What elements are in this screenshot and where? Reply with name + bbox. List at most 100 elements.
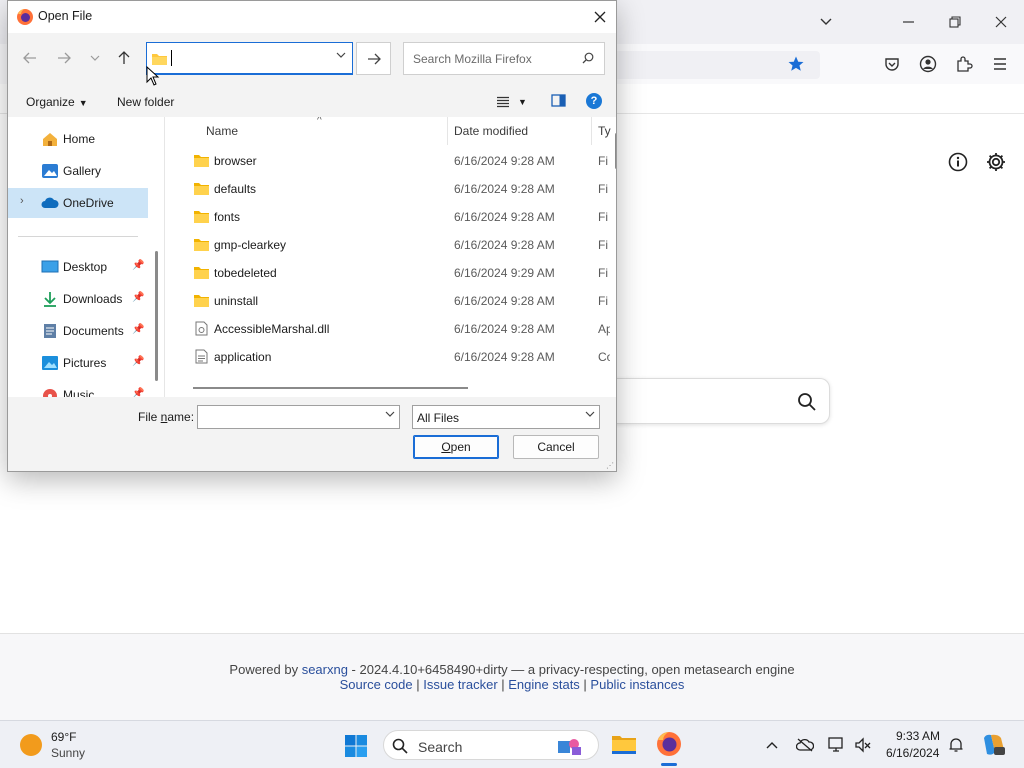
file-list-vertical-scrollbar[interactable] <box>615 133 616 169</box>
arrow-right-icon <box>367 53 381 64</box>
file-name-input[interactable] <box>197 405 400 429</box>
new-folder-button[interactable]: New folder <box>117 95 174 109</box>
file-row[interactable]: gmp-clearkey 6/16/2024 9:28 AM Fi <box>165 231 608 259</box>
bookmark-star-button[interactable] <box>784 52 808 76</box>
file-row[interactable]: browser 6/16/2024 9:28 AM Fi <box>165 147 608 175</box>
firefox-taskbar-icon[interactable] <box>655 730 683 758</box>
restore-button[interactable] <box>941 8 969 36</box>
dialog-footer: File name: All Files Open Cancel ⋰ <box>8 397 616 471</box>
nav-item-gallery[interactable]: Gallery <box>8 156 148 186</box>
public-instances-link[interactable]: Public instances <box>590 677 684 692</box>
column-name[interactable]: Name <box>206 124 238 138</box>
nav-item-documents[interactable]: Documents 📌 <box>8 316 148 346</box>
cancel-button[interactable]: Cancel <box>513 435 599 459</box>
firefox-icon <box>17 9 33 25</box>
file-name-label: File name: <box>138 410 194 424</box>
page-footer: Powered by searxng - 2024.4.10+6458490+d… <box>0 633 1024 720</box>
browser-close-button[interactable] <box>987 8 1015 36</box>
weather-condition[interactable]: Sunny <box>51 746 85 760</box>
back-button[interactable] <box>19 47 41 69</box>
up-button[interactable] <box>113 47 135 69</box>
nav-item-label: Home <box>63 132 96 146</box>
file-type-select[interactable]: All Files <box>412 405 600 429</box>
clock-date[interactable]: 6/16/2024 <box>886 746 939 760</box>
column-divider[interactable] <box>447 117 448 145</box>
dialog-search-input[interactable]: Search Mozilla Firefox <box>403 42 605 75</box>
searxng-link[interactable]: searxng <box>302 662 348 677</box>
onedrive-tray-button[interactable] <box>795 735 815 755</box>
preferences-button[interactable] <box>984 150 1008 174</box>
nav-item-downloads[interactable]: Downloads 📌 <box>8 284 148 314</box>
file-row[interactable]: uninstall 6/16/2024 9:28 AM Fi <box>165 287 608 315</box>
network-tray-button[interactable] <box>827 735 847 755</box>
extensions-button[interactable] <box>952 52 976 76</box>
nav-item-pictures[interactable]: Pictures 📌 <box>8 348 148 378</box>
list-tabs-button[interactable] <box>812 8 840 36</box>
file-date: 6/16/2024 9:28 AM <box>454 210 555 224</box>
taskbar-search-label: Search <box>418 739 463 755</box>
volume-tray-button[interactable] <box>853 735 873 755</box>
file-row[interactable]: defaults 6/16/2024 9:28 AM Fi <box>165 175 608 203</box>
dll-file-icon <box>195 321 208 336</box>
help-button[interactable]: ? <box>586 93 602 109</box>
sun-icon[interactable] <box>20 734 42 756</box>
chevron-down-icon[interactable] <box>385 411 395 417</box>
arrow-right-icon <box>58 52 71 64</box>
footer-prefix: Powered by <box>229 662 302 677</box>
recent-locations-button[interactable] <box>84 47 106 69</box>
address-bar[interactable] <box>146 42 353 75</box>
clock-time[interactable]: 9:33 AM <box>896 729 940 743</box>
list-view-icon <box>497 96 509 108</box>
file-row[interactable]: application 6/16/2024 9:28 AM Co <box>165 343 610 371</box>
preview-pane-icon[interactable] <box>551 94 566 107</box>
nav-item-home[interactable]: Home <box>8 124 148 154</box>
column-type[interactable]: Ty <box>598 124 611 138</box>
nav-scrollbar[interactable] <box>155 251 158 381</box>
source-code-link[interactable]: Source code <box>340 677 413 692</box>
file-explorer-icon[interactable] <box>611 732 637 756</box>
minimize-button[interactable] <box>895 8 923 36</box>
open-button[interactable]: Open <box>413 435 499 459</box>
dialog-close-button[interactable] <box>588 5 612 29</box>
copilot-icon[interactable] <box>980 732 1006 758</box>
column-date-modified[interactable]: Date modified <box>454 124 528 138</box>
file-date: 6/16/2024 9:28 AM <box>454 182 555 196</box>
go-button[interactable] <box>356 42 391 75</box>
desktop-icon <box>41 260 59 273</box>
nav-item-label: Desktop <box>63 260 108 274</box>
organize-menu[interactable]: Organize ▼ <box>26 95 88 109</box>
weather-temperature[interactable]: 69°F <box>51 730 76 744</box>
column-divider[interactable] <box>591 117 592 145</box>
nav-item-onedrive[interactable]: › OneDrive <box>8 188 148 218</box>
folder-icon <box>194 211 209 223</box>
nav-item-desktop[interactable]: Desktop 📌 <box>8 252 148 282</box>
file-type: Fi <box>598 238 608 252</box>
expand-chevron-icon[interactable]: › <box>20 195 24 207</box>
pocket-button[interactable] <box>880 52 904 76</box>
navigation-pane: Home Gallery › OneDrive Desktop 📌 Downlo… <box>8 117 158 397</box>
change-view-button[interactable]: ▼ <box>496 93 532 111</box>
account-button[interactable] <box>916 52 940 76</box>
file-row[interactable]: tobedeleted 6/16/2024 9:29 AM Fi <box>165 259 608 287</box>
show-hidden-icons-button[interactable] <box>762 735 782 755</box>
file-row[interactable]: AccessibleMarshal.dll 6/16/2024 9:28 AM … <box>165 315 610 343</box>
notifications-button[interactable] <box>946 735 966 755</box>
chevron-down-icon[interactable] <box>336 52 346 58</box>
windows-start-icon[interactable] <box>344 734 368 758</box>
nav-item-music[interactable]: Music 📌 <box>8 380 148 397</box>
hamburger-icon <box>994 58 1006 70</box>
issue-tracker-link[interactable]: Issue tracker <box>423 677 497 692</box>
file-name-label-part: ame: <box>167 410 195 424</box>
taskbar-search[interactable]: Search <box>383 730 599 760</box>
file-type: Fi <box>598 154 608 168</box>
engine-stats-link[interactable]: Engine stats <box>508 677 580 692</box>
page-search-button[interactable] <box>795 390 819 414</box>
forward-button[interactable] <box>53 47 75 69</box>
file-list-horizontal-scrollbar[interactable] <box>193 387 468 389</box>
file-row[interactable]: fonts 6/16/2024 9:28 AM Fi <box>165 203 608 231</box>
folder-icon <box>152 54 167 65</box>
resize-grip-icon[interactable]: ⋰ <box>606 461 614 470</box>
info-button[interactable] <box>946 150 970 174</box>
app-menu-button[interactable] <box>988 52 1012 76</box>
file-name: browser <box>214 154 257 168</box>
